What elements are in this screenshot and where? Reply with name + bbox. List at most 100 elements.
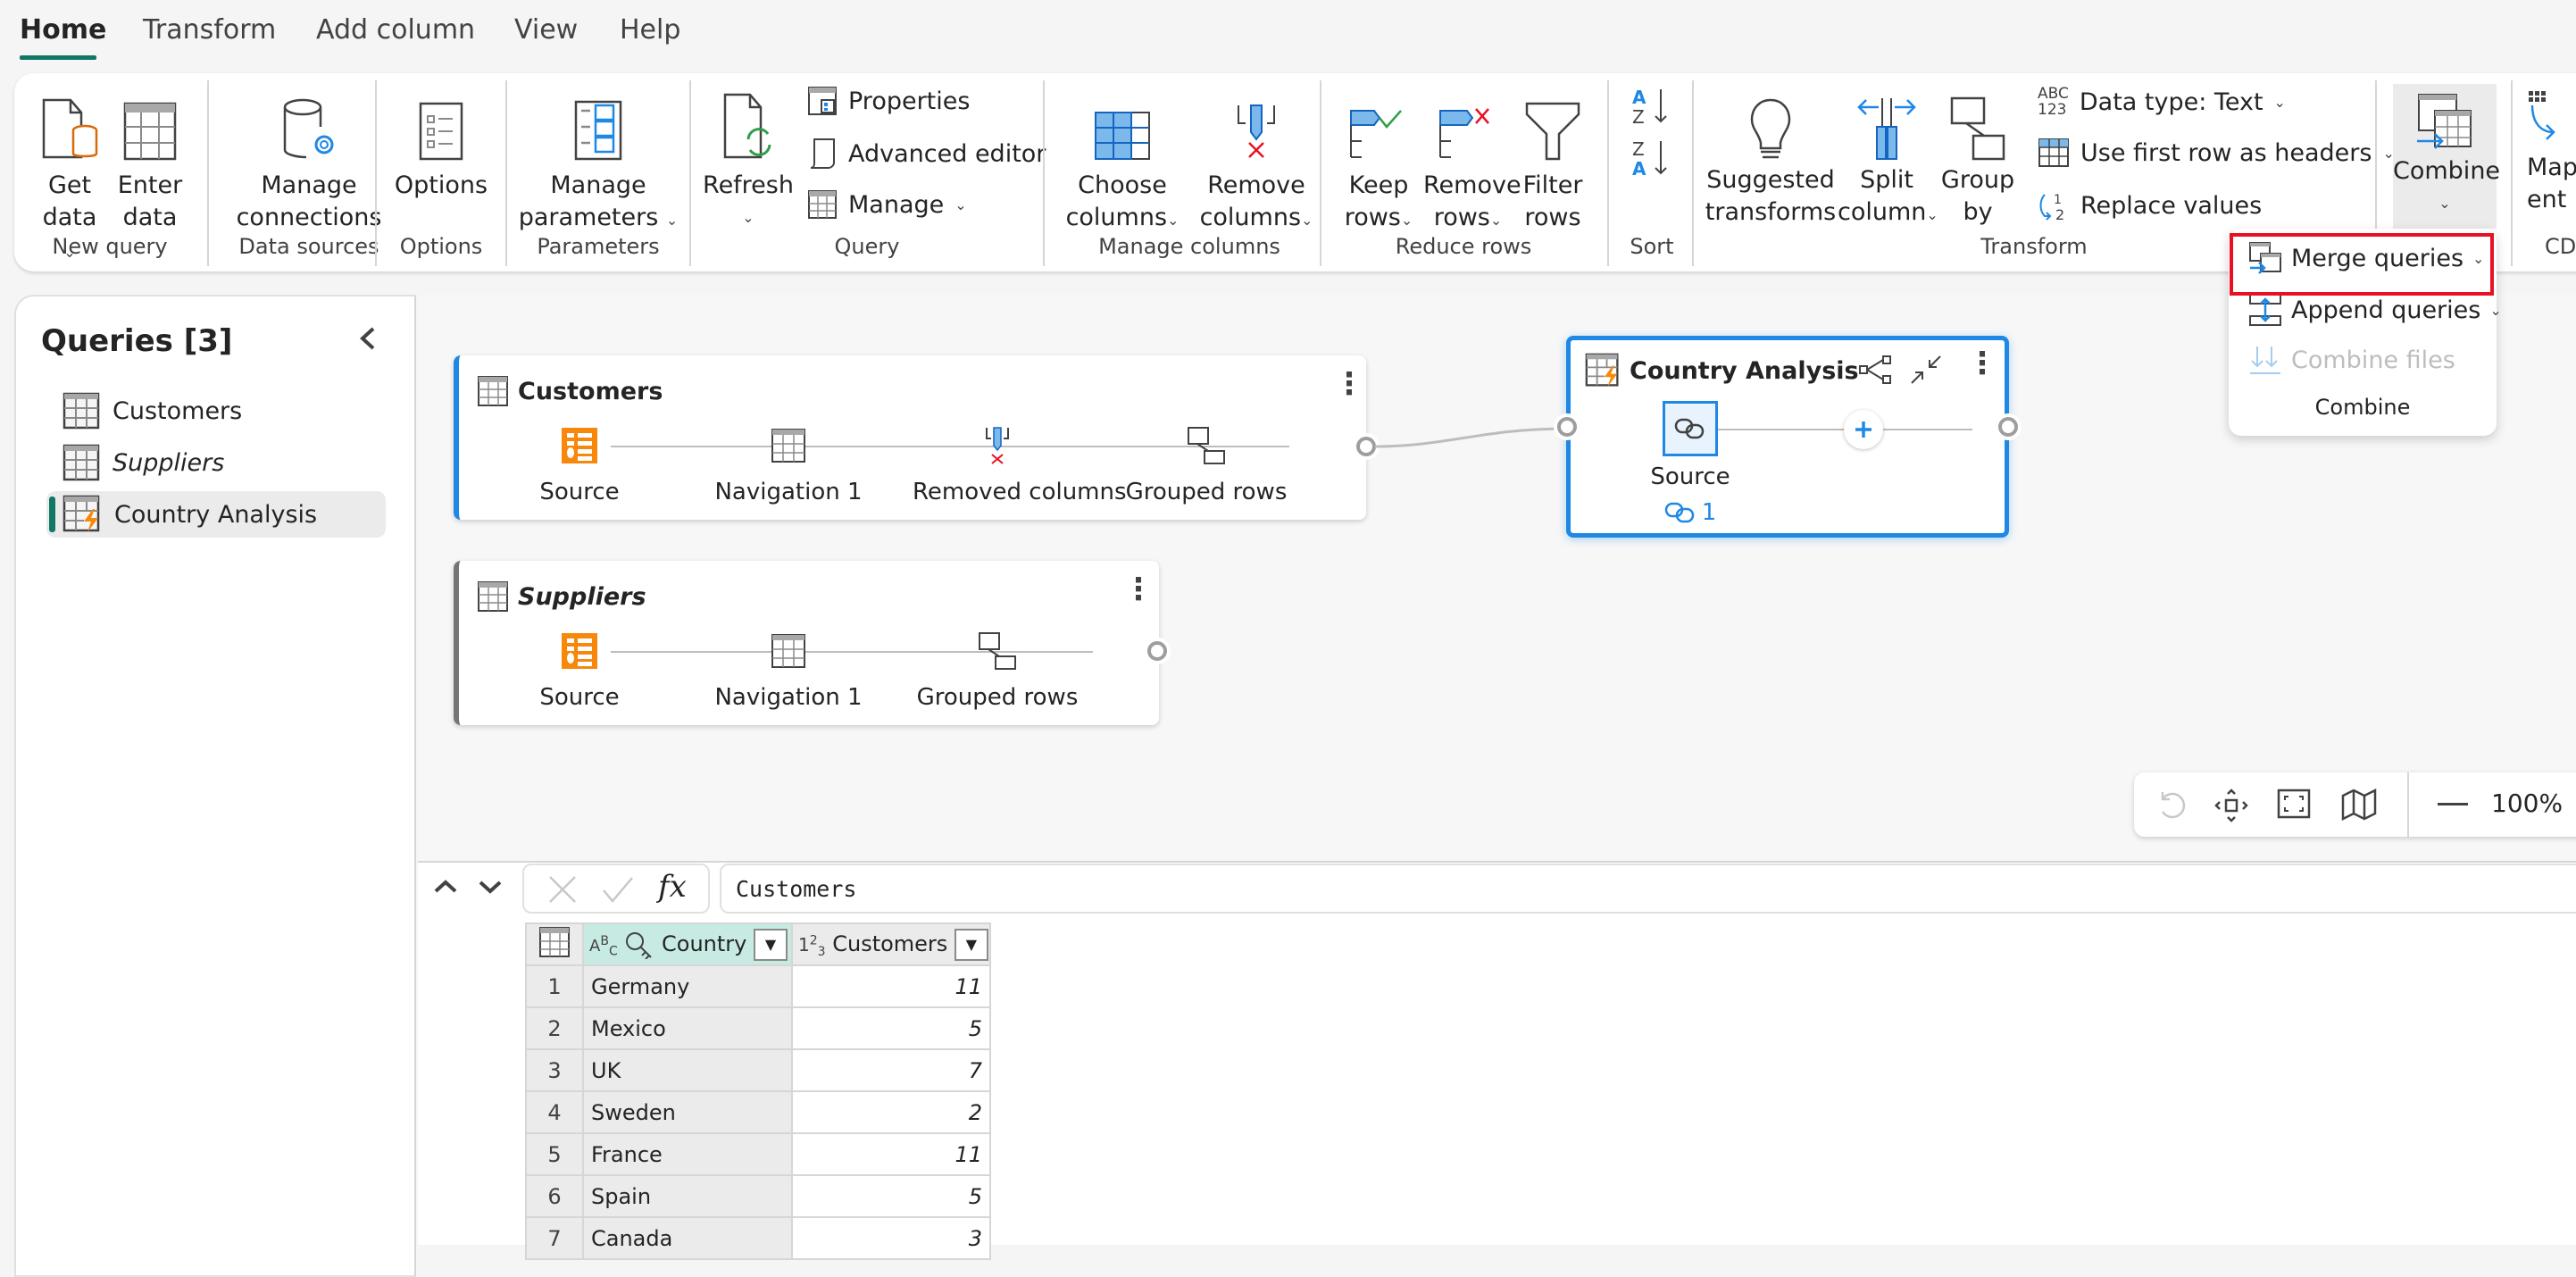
map-to-entity-label-2: ent	[2527, 186, 2567, 213]
get-data-label-2: data	[42, 204, 97, 231]
choose-columns-icon	[1055, 80, 1189, 161]
table-corner-menu[interactable]	[525, 922, 584, 966]
source-icon	[495, 630, 664, 672]
collapse-arrows-icon[interactable]	[1910, 355, 1942, 388]
manage-connections-button[interactable]: Manage connections	[229, 80, 389, 234]
column-header-customers[interactable]: 123 Customers ▼	[791, 922, 991, 966]
more-options-icon[interactable]: ⋮	[1967, 346, 1997, 381]
replace-values-button[interactable]: 12 Replace values	[2038, 189, 2262, 221]
column-filter-dropdown[interactable]: ▼	[753, 928, 788, 961]
formula-input[interactable]: Customers	[720, 864, 2576, 914]
fx-button[interactable]: fx	[658, 869, 687, 905]
expand-up-button[interactable]	[432, 877, 459, 900]
manage-parameters-button[interactable]: Manage parameters ⌄	[518, 80, 679, 237]
zoom-out-button[interactable]	[2438, 803, 2468, 805]
remove-columns-icon	[1189, 80, 1323, 161]
svg-text:1: 1	[2054, 193, 2062, 207]
map-to-entity-button[interactable]: Map ent	[2527, 80, 2576, 216]
remove-columns-button[interactable]: Remove columns⌄	[1189, 80, 1323, 237]
input-port[interactable]	[1557, 417, 1577, 437]
sort-ascending-button[interactable]: AZ	[1630, 86, 1670, 130]
suggested-transforms-button[interactable]: Suggested transforms	[1704, 80, 1838, 229]
cell-country[interactable]: Germany	[582, 964, 793, 1008]
remove-rows-button[interactable]: Remove rows⌄	[1423, 80, 1521, 237]
split-column-label-2: column	[1838, 198, 1927, 226]
step-navigation[interactable]: Navigation 1	[704, 630, 873, 711]
combine-button[interactable]: Combine ⌄	[2393, 84, 2500, 229]
options-button[interactable]: Options	[389, 80, 493, 202]
refresh-button[interactable]: Refresh ⌄	[702, 80, 795, 234]
cell-customers[interactable]: 11	[791, 964, 991, 1008]
cell-customers[interactable]: 2	[791, 1090, 991, 1134]
more-options-icon[interactable]: ⋮	[1123, 572, 1154, 607]
append-queries-menu-item[interactable]: Append queries ⌄	[2248, 293, 2502, 327]
query-item-customers[interactable]: Customers	[46, 388, 386, 434]
column-header-country[interactable]: ABC Country ▼	[582, 922, 793, 966]
query-card-country-analysis[interactable]: Country Analysis ⋮ Source 1	[1566, 336, 2009, 538]
get-data-label-1: Get	[47, 171, 92, 199]
step-source[interactable]: Source	[495, 425, 664, 505]
data-type-dropdown[interactable]: ABC 123 Data type: Text ⌄	[2038, 86, 2286, 118]
cell-country[interactable]: Spain	[582, 1174, 793, 1218]
group-by-button[interactable]: Group by	[1938, 80, 2018, 229]
more-options-icon[interactable]: ⋮	[1334, 366, 1364, 402]
output-port[interactable]	[1147, 641, 1167, 661]
choose-columns-button[interactable]: Choose columns⌄	[1055, 80, 1189, 237]
manage-button[interactable]: Manage ⌄	[807, 189, 967, 220]
map-to-entity-label-1: Map	[2527, 154, 2576, 181]
combine-files-menu-item[interactable]: Combine files	[2248, 345, 2455, 375]
properties-button[interactable]: Properties	[807, 86, 970, 116]
fit-to-screen-button[interactable]	[2277, 789, 2311, 822]
minimap-button[interactable]	[2341, 788, 2377, 824]
collapse-down-button[interactable]	[477, 877, 504, 900]
split-column-button[interactable]: Split column⌄	[1838, 80, 1938, 231]
use-first-row-headers-button[interactable]: Use first row as headers ⌄	[2038, 138, 2395, 168]
tab-add-column[interactable]: Add column	[316, 14, 475, 46]
query-card-suppliers[interactable]: Suppliers ⋮ Source Navigation 1 Grouped …	[454, 561, 1159, 725]
cell-customers[interactable]: 11	[791, 1132, 991, 1176]
enter-data-button[interactable]: Enter data	[114, 80, 186, 234]
keep-rows-button[interactable]: Keep rows⌄	[1334, 80, 1423, 237]
cancel-formula-button[interactable]	[547, 874, 578, 908]
highlight-annotation	[2230, 233, 2494, 296]
query-item-suppliers[interactable]: Suppliers	[46, 439, 386, 486]
step-removed-columns[interactable]: Removed columns	[913, 425, 1127, 505]
filter-rows-button[interactable]: Filter rows	[1513, 80, 1593, 234]
tab-home[interactable]: Home	[20, 14, 106, 46]
collapse-panel-button[interactable]	[357, 323, 379, 362]
step-grouped-rows[interactable]: Grouped rows	[1121, 425, 1291, 505]
cell-customers[interactable]: 5	[791, 1006, 991, 1050]
row-number: 2	[525, 1006, 584, 1050]
step-source[interactable]: Source	[495, 630, 664, 711]
cell-customers[interactable]: 3	[791, 1216, 991, 1260]
cell-country[interactable]: Canada	[582, 1216, 793, 1260]
tab-help[interactable]: Help	[620, 14, 680, 46]
pan-button[interactable]	[2214, 789, 2248, 826]
output-port[interactable]	[1998, 417, 2018, 437]
step-navigation[interactable]: Navigation 1	[704, 425, 873, 505]
cell-country[interactable]: France	[582, 1132, 793, 1176]
sort-descending-button[interactable]: ZA	[1630, 138, 1670, 182]
cell-customers[interactable]: 5	[791, 1174, 991, 1218]
query-card-customers[interactable]: Customers ⋮ Source Navigation 1 Removed …	[454, 355, 1366, 520]
move-icon	[2214, 789, 2248, 822]
cell-country[interactable]: UK	[582, 1048, 793, 1092]
tab-transform[interactable]: Transform	[143, 14, 276, 46]
cell-country[interactable]: Sweden	[582, 1090, 793, 1134]
cell-country[interactable]: Mexico	[582, 1006, 793, 1050]
undo-button[interactable]	[2155, 789, 2188, 824]
tab-view[interactable]: View	[514, 14, 578, 46]
add-step-button[interactable]	[1844, 410, 1883, 449]
share-icon[interactable]	[1858, 355, 1894, 388]
query-item-country-analysis[interactable]: Country Analysis	[46, 491, 386, 538]
commit-formula-button[interactable]	[601, 874, 635, 908]
column-filter-dropdown[interactable]: ▼	[954, 928, 988, 961]
output-port[interactable]	[1356, 437, 1376, 456]
step-grouped-rows[interactable]: Grouped rows	[913, 630, 1082, 711]
linked-queries-count[interactable]: 1	[1610, 499, 1771, 526]
group-label-cdm: CD	[2545, 234, 2576, 259]
chevron-down-icon: ⌄	[1301, 212, 1313, 229]
step-source[interactable]: Source 1	[1610, 401, 1771, 526]
cell-customers[interactable]: 7	[791, 1048, 991, 1092]
advanced-editor-button[interactable]: Advanced editor	[807, 138, 1046, 170]
